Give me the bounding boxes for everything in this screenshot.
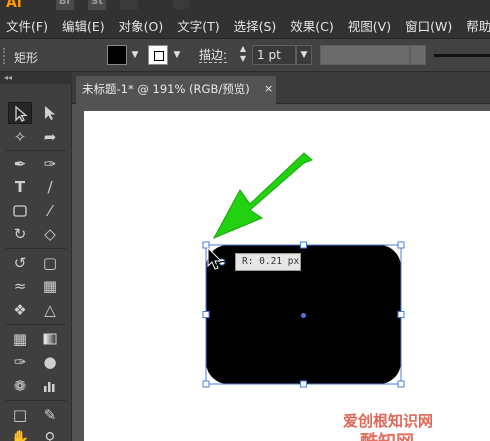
handle-middle-left [202, 311, 210, 318]
handle-bottom-right [397, 380, 405, 388]
watermark-subtext: 酷知网 [360, 428, 414, 441]
artwork-layer [202, 152, 405, 388]
center-point [301, 313, 306, 318]
handle-top-right [397, 241, 405, 249]
handle-bottom-center [300, 380, 307, 388]
handle-bottom-left [202, 380, 210, 388]
handle-middle-right [397, 311, 405, 318]
handle-top-center [300, 241, 307, 249]
green-arrow-icon [212, 152, 313, 240]
handle-top-left [202, 241, 210, 249]
corner-radius-tooltip: R: 0.21 px [235, 253, 301, 271]
